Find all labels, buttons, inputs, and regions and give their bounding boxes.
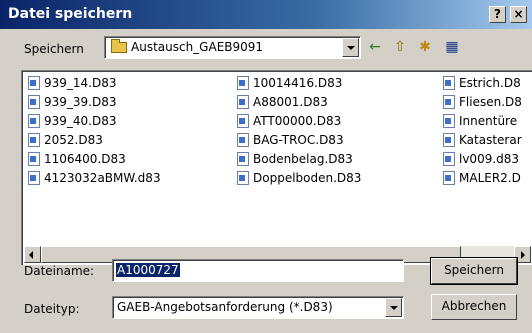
- file-icon: [28, 152, 40, 166]
- scroll-left-icon[interactable]: [24, 246, 41, 263]
- folder-icon: [111, 39, 127, 53]
- save-in-dropdown[interactable]: Austausch_GAEB9091: [104, 36, 361, 59]
- cancel-button[interactable]: Abbrechen: [431, 294, 517, 320]
- file-icon: [28, 95, 40, 109]
- chevron-down-icon[interactable]: [342, 38, 359, 57]
- file-icon: [443, 171, 455, 185]
- filename-value: A1000727: [116, 263, 180, 277]
- file-icon: [237, 171, 249, 185]
- window-title: Datei speichern: [8, 6, 133, 22]
- file-icon: [443, 95, 455, 109]
- chevron-down-icon[interactable]: [385, 298, 402, 317]
- file-icon: [443, 114, 455, 128]
- file-icon: [237, 152, 249, 166]
- save-in-label: Speichern: [24, 42, 84, 56]
- file-icon: [443, 152, 455, 166]
- file-icon: [443, 133, 455, 147]
- file-icon: [237, 114, 249, 128]
- view-menu-icon[interactable]: ▦: [443, 38, 461, 56]
- file-icon: [28, 171, 40, 185]
- new-folder-icon[interactable]: ✱: [416, 38, 434, 56]
- file-icon: [28, 133, 40, 147]
- file-icon: [28, 114, 40, 128]
- close-button[interactable]: ×: [510, 6, 527, 23]
- filetype-dropdown[interactable]: GAEB-Angebotsanforderung (*.D83): [112, 296, 404, 319]
- back-icon[interactable]: ←: [366, 38, 384, 56]
- file-icon: [237, 133, 249, 147]
- filetype-label: Dateityp:: [24, 302, 80, 316]
- file-list[interactable]: 939_14.D83 939_39.D83 939_40.D83 2052.D8…: [21, 70, 532, 265]
- title-bar: Datei speichern ? ×: [0, 0, 532, 29]
- help-button[interactable]: ?: [489, 6, 506, 23]
- save-button[interactable]: Speichern: [430, 257, 518, 285]
- file-icon: [443, 76, 455, 90]
- file-icon: [28, 76, 40, 90]
- filename-field[interactable]: A1000727: [112, 259, 404, 282]
- up-folder-icon[interactable]: ⇧: [391, 38, 409, 56]
- filename-label: Dateiname:: [24, 264, 95, 278]
- file-icon: [237, 76, 249, 90]
- file-icon: [237, 95, 249, 109]
- save-in-folder: Austausch_GAEB9091: [131, 40, 264, 54]
- filetype-value: GAEB-Angebotsanforderung (*.D83): [117, 300, 333, 314]
